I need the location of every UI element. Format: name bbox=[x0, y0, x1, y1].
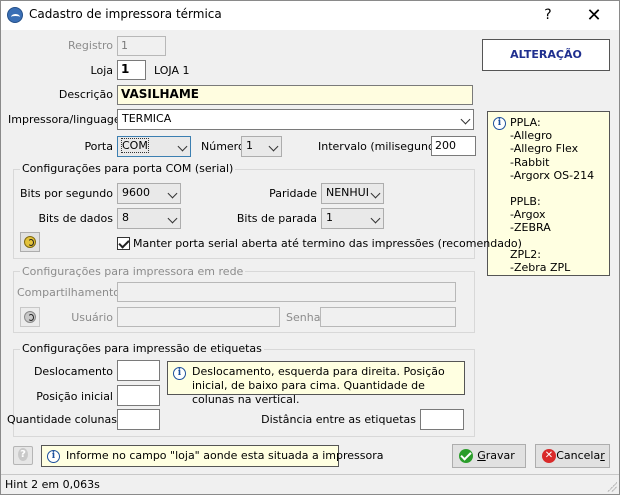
languages-line: PPLA: bbox=[510, 116, 541, 129]
resize-grip-icon[interactable] bbox=[607, 482, 617, 492]
posicao-field[interactable] bbox=[117, 385, 160, 406]
check-icon bbox=[459, 449, 473, 463]
languages-line: -Allegro bbox=[510, 129, 553, 143]
bits-dados-value: 8 bbox=[122, 211, 129, 224]
distancia-label: Distância entre as etiquetas bbox=[261, 413, 416, 426]
loja-field[interactable]: 1 bbox=[117, 60, 146, 80]
senha-label: Senha bbox=[286, 311, 321, 324]
gravar-label-rest: ravar bbox=[485, 449, 515, 462]
languages-line: -Rabbit bbox=[510, 155, 550, 169]
numero-select[interactable]: 1 bbox=[241, 136, 282, 157]
cancelar-accelerator: r bbox=[600, 449, 605, 462]
coin-icon bbox=[24, 236, 36, 248]
numero-label: Número bbox=[201, 140, 245, 153]
rede-group-title: Configurações para impressora em rede bbox=[20, 265, 246, 278]
paridade-select[interactable]: NENHUI bbox=[321, 183, 384, 204]
help-button[interactable]: ? bbox=[525, 1, 571, 30]
impressora-select[interactable]: TERMICA bbox=[117, 109, 474, 130]
question-icon: ? bbox=[18, 448, 28, 461]
chevron-down-icon bbox=[460, 114, 471, 125]
paridade-label: Paridade bbox=[269, 187, 317, 200]
languages-line: -ZEBRA bbox=[510, 221, 551, 235]
cancel-icon: ✕ bbox=[542, 449, 556, 463]
tip-text: Informe no campo "loja" aonde esta situa… bbox=[66, 449, 384, 462]
info-icon: i bbox=[173, 367, 186, 380]
registro-field: 1 bbox=[117, 36, 166, 56]
languages-line: -Argox bbox=[510, 208, 546, 222]
loja-name: LOJA 1 bbox=[154, 64, 190, 77]
gravar-accelerator: G bbox=[477, 449, 486, 462]
bits-dados-select[interactable]: 8 bbox=[117, 208, 181, 229]
etiquetas-group-title: Configurações para impressão de etiqueta… bbox=[20, 342, 264, 355]
paridade-value: NENHUI bbox=[326, 186, 369, 199]
distancia-field[interactable] bbox=[420, 409, 464, 430]
posicao-label: Posição inicial bbox=[36, 390, 113, 403]
tip-box: i Informe no campo "loja" aonde esta sit… bbox=[41, 445, 384, 467]
cancelar-button[interactable]: ✕ Cancelar bbox=[535, 444, 610, 468]
quantidade-field[interactable] bbox=[117, 409, 160, 430]
impressora-value: TERMICA bbox=[122, 112, 172, 125]
impressora-label: Impressora/linguagem bbox=[8, 113, 132, 126]
porta-select[interactable]: COM bbox=[117, 136, 191, 157]
languages-info-box: i PPLA: -Allegro -Allegro Flex -Rabbit -… bbox=[487, 111, 610, 276]
help-question-button[interactable]: ? bbox=[13, 446, 33, 465]
quantidade-label: Quantidade colunas bbox=[7, 413, 117, 426]
chevron-down-icon bbox=[370, 188, 381, 199]
bits-dados-label: Bits de dados bbox=[38, 212, 113, 225]
bits-parada-select[interactable]: 1 bbox=[321, 208, 384, 229]
usuario-label: Usuário bbox=[71, 311, 113, 324]
chevron-down-icon bbox=[177, 141, 188, 152]
compartilhamento-label: Compartilhamento bbox=[17, 286, 121, 299]
descricao-field[interactable]: VASILHAME bbox=[117, 85, 473, 105]
dialog-window: Cadastro de impressora térmica ? ✕ Regis… bbox=[0, 0, 620, 495]
registro-label: Registro bbox=[67, 39, 113, 52]
test-com-button[interactable] bbox=[20, 232, 40, 252]
numero-value: 1 bbox=[246, 139, 253, 152]
languages-line bbox=[510, 235, 603, 248]
title-bar: Cadastro de impressora térmica ? ✕ bbox=[1, 1, 619, 30]
languages-line: -Zebra ZPL bbox=[510, 260, 571, 274]
chevron-down-icon bbox=[167, 213, 178, 224]
cancelar-label-main: Cancela bbox=[556, 449, 601, 462]
languages-line: PPLB: bbox=[510, 195, 541, 209]
loja-label: Loja bbox=[90, 64, 113, 77]
intervalo-field[interactable]: 200 bbox=[431, 136, 476, 156]
com-group-title: Configurações para porta COM (serial) bbox=[20, 162, 236, 175]
info-icon: i bbox=[493, 117, 506, 130]
languages-line: ZPL2: bbox=[510, 247, 542, 261]
status-bar: Hint 2 em 0,063s bbox=[1, 474, 619, 494]
porta-label: Porta bbox=[84, 140, 113, 153]
bits-segundo-value: 9600 bbox=[122, 186, 150, 199]
chevron-down-icon bbox=[370, 213, 381, 224]
manter-label: Manter porta serial aberta até termino d… bbox=[133, 237, 522, 250]
languages-line: -Argorx OS-214 bbox=[510, 168, 595, 182]
bits-segundo-label: Bits por segundo bbox=[19, 187, 113, 200]
coin-icon bbox=[24, 311, 36, 323]
mode-badge: ALTERAÇÃO bbox=[482, 39, 610, 71]
app-icon bbox=[7, 7, 23, 23]
close-button[interactable]: ✕ bbox=[571, 1, 617, 30]
test-rede-button[interactable] bbox=[20, 307, 40, 327]
info-icon: i bbox=[47, 450, 60, 463]
descricao-label: Descrição bbox=[58, 88, 113, 101]
etiquetas-hint-box: i Deslocamento, esquerda para direita. P… bbox=[167, 361, 465, 406]
bits-parada-value: 1 bbox=[326, 211, 333, 224]
compartilhamento-field bbox=[117, 282, 456, 302]
languages-line: -Allegro Flex bbox=[510, 142, 579, 156]
senha-field bbox=[320, 307, 456, 327]
languages-line bbox=[510, 182, 603, 195]
status-text: Hint 2 em 0,063s bbox=[5, 478, 100, 491]
bits-segundo-select[interactable]: 9600 bbox=[117, 183, 181, 204]
chevron-down-icon bbox=[268, 141, 279, 152]
gravar-button[interactable]: Gravar bbox=[452, 444, 526, 468]
bits-parada-label: Bits de parada bbox=[236, 212, 317, 225]
deslocamento-field[interactable] bbox=[117, 360, 160, 381]
deslocamento-label: Deslocamento bbox=[33, 365, 113, 378]
manter-checkbox[interactable] bbox=[117, 237, 130, 250]
languages-list: PPLA: -Allegro -Allegro Flex -Rabbit -Ar… bbox=[510, 116, 603, 274]
window-title: Cadastro de impressora térmica bbox=[29, 7, 222, 21]
porta-value: COM bbox=[121, 138, 149, 153]
chevron-down-icon bbox=[167, 188, 178, 199]
usuario-field bbox=[117, 307, 280, 327]
